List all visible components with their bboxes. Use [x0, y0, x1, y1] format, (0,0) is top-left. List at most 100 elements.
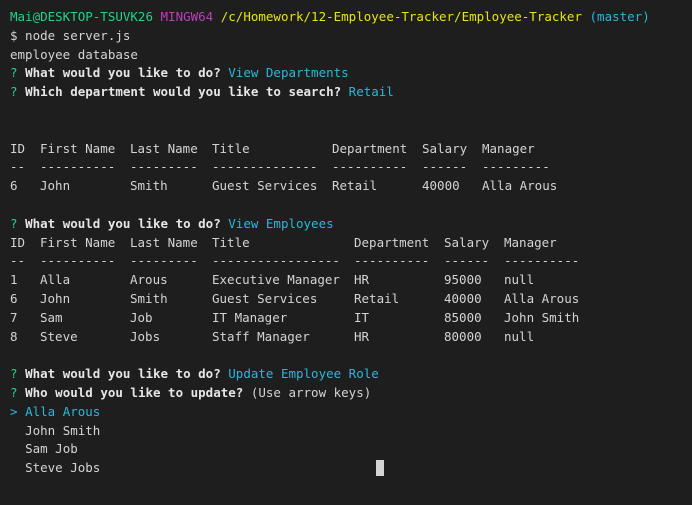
table-cell: IT Manager [212, 309, 288, 325]
table-cell: 80000 [444, 328, 482, 344]
table-cell: ID [10, 234, 26, 250]
table-cell: Jobs [130, 328, 161, 344]
table-cell: Guest Services [212, 178, 318, 194]
question-answer: View Departments [228, 65, 349, 81]
table-cell: Staff Manager [212, 328, 310, 344]
table-cell: Salary [444, 234, 490, 250]
table-cell: ---------- [40, 159, 116, 175]
table-cell: ----------------- [212, 253, 340, 269]
table-cell: IT [354, 309, 370, 325]
table-cell: John [40, 178, 71, 194]
question-text: Which department would you like to searc… [25, 84, 342, 100]
choice-item[interactable]: Steve Jobs [10, 459, 692, 478]
prompt-path: /c/Homework/12-Employee-Tracker/Employee… [220, 9, 582, 24]
choice-item[interactable]: > Alla Arous [10, 403, 692, 422]
table-cell: ---------- [40, 253, 116, 269]
table-cell: Title [212, 140, 250, 156]
table-cell: null [504, 272, 535, 288]
table-cell: Salary [422, 140, 468, 156]
table-separator-row: ----------------------------------------… [10, 158, 692, 177]
table-cell: --------- [130, 159, 198, 175]
table-cell: -------------- [212, 159, 318, 175]
table-cell: 7 [10, 309, 18, 325]
question-mark: ? [10, 65, 18, 81]
table-cell: Alla [40, 272, 71, 288]
choice-item[interactable]: Sam Job [10, 440, 692, 459]
table-cell: Alla Arous [504, 290, 580, 306]
text-cursor [376, 460, 384, 476]
question-1: ? What would you like to do? View Depart… [10, 64, 692, 83]
table-cell: Manager [504, 234, 557, 250]
table-cell: Alla Arous [482, 178, 558, 194]
question-2: ? Which department would you like to sea… [10, 83, 692, 102]
terminal-window[interactable]: Mai@DESKTOP-TSUVK26 MINGW64 /c/Homework/… [0, 0, 692, 505]
table-cell: ------ [422, 159, 468, 175]
question-text: What would you like to do? [25, 215, 221, 231]
table-cell: Department [354, 234, 430, 250]
table-cell: Manager [482, 140, 535, 156]
departments-table: ID First Name Last Name Title Department Sala… [10, 140, 692, 196]
table-cell: Steve [40, 328, 78, 344]
question-hint: (Use arrow keys) [250, 384, 372, 400]
choice-item[interactable]: John Smith [10, 422, 692, 441]
question-text: What would you like to do? [25, 366, 221, 382]
table-header-row: ID First Name Last Name Title Department Sala… [10, 140, 692, 159]
table-cell: 8 [10, 328, 18, 344]
table-row: 1 Alla Arous Executive Manager HR 95000 null [10, 271, 692, 290]
question-mark: ? [10, 215, 18, 231]
choice-label: Steve Jobs [25, 460, 101, 476]
table-cell: --------- [482, 159, 550, 175]
table-cell: 6 [10, 178, 18, 194]
banner-text: employee database [10, 46, 138, 62]
question-answer: Retail [348, 84, 394, 100]
table-row: 6 John Smith Guest Services Retail 40000 Alla … [10, 177, 692, 196]
table-cell: ---------- [354, 253, 430, 269]
question-mark: ? [10, 384, 18, 400]
table-row: 7 Sam Job IT Manager IT 85000 John Smith [10, 309, 692, 328]
table-cell: Last Name [130, 140, 198, 156]
table-cell: ---------- [504, 253, 580, 269]
prompt-branch: (master) [589, 9, 650, 24]
table-cell: ------ [444, 253, 490, 269]
table-cell: --------- [130, 253, 198, 269]
table-cell: Sam [40, 309, 63, 325]
table-cell: Retail [332, 178, 378, 194]
question-text: Who would you like to update? [25, 384, 244, 400]
table-cell: Arous [130, 272, 168, 288]
table-cell: 85000 [444, 309, 482, 325]
table-cell: John [40, 290, 71, 306]
choice-label: Sam Job [25, 441, 78, 457]
table-cell: Guest Services [212, 290, 318, 306]
table-cell: Department [332, 140, 408, 156]
table-cell: 40000 [444, 290, 482, 306]
table-row: 6 John Smith Guest Services Retail 40000 Alla … [10, 290, 692, 309]
table-cell: Job [130, 309, 153, 325]
prompt-shell: MINGW64 [160, 9, 214, 24]
table-header-row: ID First Name Last Name Title Department Sala… [10, 234, 692, 253]
question-mark: ? [10, 84, 18, 100]
table-cell: null [504, 328, 535, 344]
choice-list[interactable]: > Alla Arous John Smith Sam Job Steve Jo… [10, 403, 692, 478]
question-4: ? What would you like to do? Update Empl… [10, 365, 692, 384]
question-5: ? Who would you like to update? (Use arr… [10, 384, 692, 403]
table-cell: Retail [354, 290, 400, 306]
question-3: ? What would you like to do? View Employ… [10, 215, 692, 234]
employees-table: ID First Name Last Name Title Department Sala… [10, 234, 692, 347]
table-row: 8 Steve Jobs Staff Manager HR 80000 null [10, 328, 692, 347]
question-answer: Update Employee Role [228, 366, 379, 382]
table-separator-row: ----------------------------------------… [10, 252, 692, 271]
choice-label: John Smith [25, 422, 101, 438]
table-cell: 1 [10, 272, 18, 288]
question-mark: ? [10, 366, 18, 382]
table-cell: HR [354, 328, 370, 344]
table-cell: 40000 [422, 178, 460, 194]
table-cell: 95000 [444, 272, 482, 288]
table-cell: First Name [40, 234, 116, 250]
prompt-user-host: Mai@DESKTOP-TSUVK26 [10, 9, 153, 24]
table-cell: John Smith [504, 309, 580, 325]
table-cell: Executive Manager [212, 272, 340, 288]
table-cell: HR [354, 272, 370, 288]
table-cell: Smith [130, 178, 168, 194]
question-answer: View Employees [228, 215, 334, 231]
shell-prompt: Mai@DESKTOP-TSUVK26 MINGW64 /c/Homework/… [10, 8, 692, 27]
